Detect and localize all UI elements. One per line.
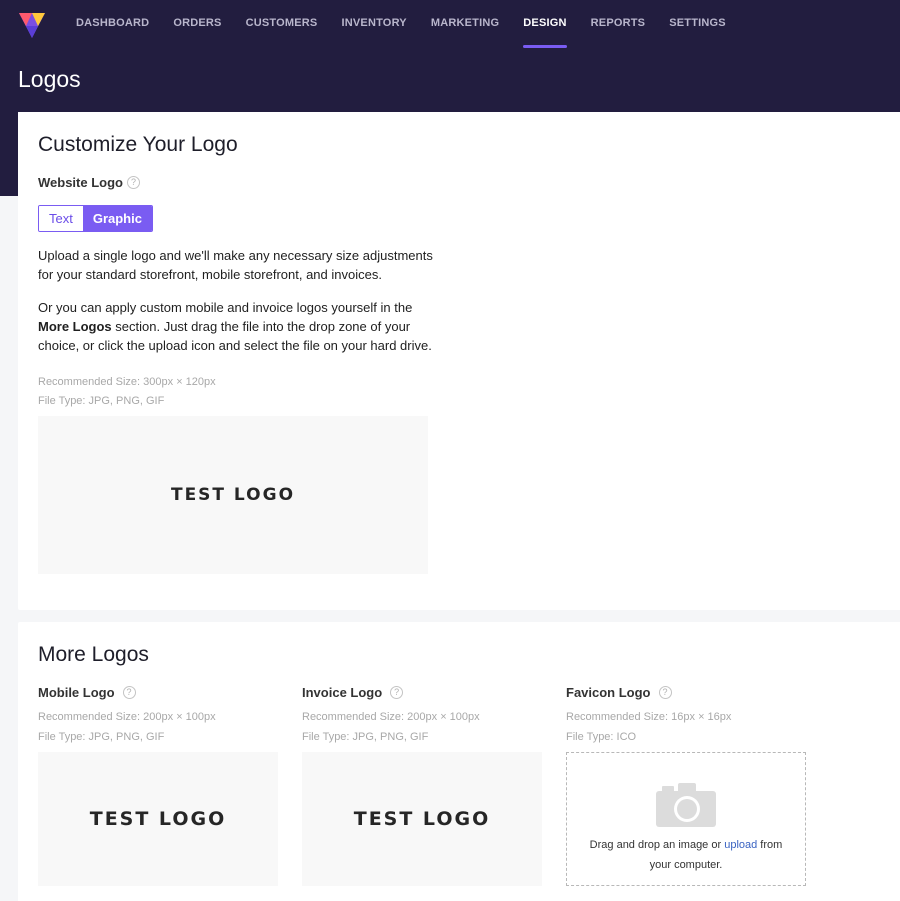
favicon-drop-instructions: Drag and drop an image or upload from yo…: [586, 835, 786, 875]
website-logo-preview[interactable]: TEST LOGO: [38, 416, 428, 574]
toggle-text-button[interactable]: Text: [39, 206, 83, 231]
nav-marketing[interactable]: MARKETING: [431, 0, 499, 48]
customize-logo-card: Customize Your Logo Website Logo ? Text …: [18, 112, 900, 610]
logo-type-toggle: Text Graphic: [38, 205, 153, 232]
main-nav: DASHBOARD ORDERS CUSTOMERS INVENTORY MAR…: [76, 0, 750, 48]
more-logos-link-text: More Logos: [38, 319, 112, 334]
mobile-logo-preview[interactable]: TEST LOGO: [38, 752, 278, 886]
nav-settings[interactable]: SETTINGS: [669, 0, 726, 48]
website-logo-label-text: Website Logo: [38, 175, 123, 190]
invoice-logo-recommended-size: Recommended Size: 200px × 100px: [302, 711, 480, 723]
brand-logo-icon[interactable]: [17, 9, 47, 39]
help-icon[interactable]: ?: [122, 686, 136, 699]
upload-description: Upload a single logo and we'll make any …: [38, 248, 433, 282]
nav-customers[interactable]: CUSTOMERS: [246, 0, 318, 48]
page-title: Logos: [18, 66, 81, 92]
invoice-logo-preview[interactable]: TEST LOGO: [302, 752, 542, 886]
toggle-graphic-button[interactable]: Graphic: [82, 206, 152, 231]
mobile-logo-label-text: Mobile Logo: [38, 685, 115, 700]
nav-orders[interactable]: ORDERS: [173, 0, 221, 48]
upload-link[interactable]: upload: [724, 839, 757, 851]
help-icon[interactable]: ?: [126, 176, 140, 189]
nav-reports[interactable]: REPORTS: [591, 0, 646, 48]
nav-design[interactable]: DESIGN: [523, 0, 568, 48]
favicon-dropzone[interactable]: Drag and drop an image or upload from yo…: [566, 752, 806, 886]
invoice-logo-preview-text: TEST LOGO: [353, 808, 491, 830]
website-logo-preview-text: TEST LOGO: [170, 485, 296, 505]
more-logos-description: Or you can apply custom mobile and invoi…: [38, 298, 433, 355]
drop-text-start: Drag and drop an image or: [589, 839, 725, 851]
invoice-logo-label-text: Invoice Logo: [302, 685, 383, 700]
website-logo-file-type: File Type: JPG, PNG, GIF: [38, 395, 165, 407]
help-icon[interactable]: ?: [390, 686, 404, 699]
website-logo-label: Website Logo ?: [38, 175, 140, 190]
nav-inventory[interactable]: INVENTORY: [341, 0, 406, 48]
header-backdrop: [0, 112, 18, 196]
favicon-logo-file-type: File Type: ICO: [566, 731, 637, 743]
help-icon[interactable]: ?: [658, 686, 672, 699]
mobile-logo-file-type: File Type: JPG, PNG, GIF: [38, 731, 165, 743]
camera-icon[interactable]: [656, 783, 716, 827]
favicon-logo-label-text: Favicon Logo: [566, 685, 651, 700]
favicon-logo-recommended-size: Recommended Size: 16px × 16px: [566, 711, 732, 723]
mobile-logo-label: Mobile Logo ?: [38, 685, 136, 700]
mobile-logo-preview-text: TEST LOGO: [89, 808, 227, 830]
more-logos-card: More Logos Mobile Logo ? Recommended Siz…: [18, 622, 900, 901]
invoice-logo-label: Invoice Logo ?: [302, 685, 404, 700]
more-logos-description-start: Or you can apply custom mobile and invoi…: [38, 300, 413, 315]
mobile-logo-recommended-size: Recommended Size: 200px × 100px: [38, 711, 216, 723]
website-logo-recommended-size: Recommended Size: 300px × 120px: [38, 376, 216, 388]
more-logos-title: More Logos: [38, 643, 149, 666]
favicon-logo-label: Favicon Logo ?: [566, 685, 672, 700]
customize-logo-title: Customize Your Logo: [38, 133, 238, 156]
invoice-logo-file-type: File Type: JPG, PNG, GIF: [302, 731, 429, 743]
nav-dashboard[interactable]: DASHBOARD: [76, 0, 149, 48]
